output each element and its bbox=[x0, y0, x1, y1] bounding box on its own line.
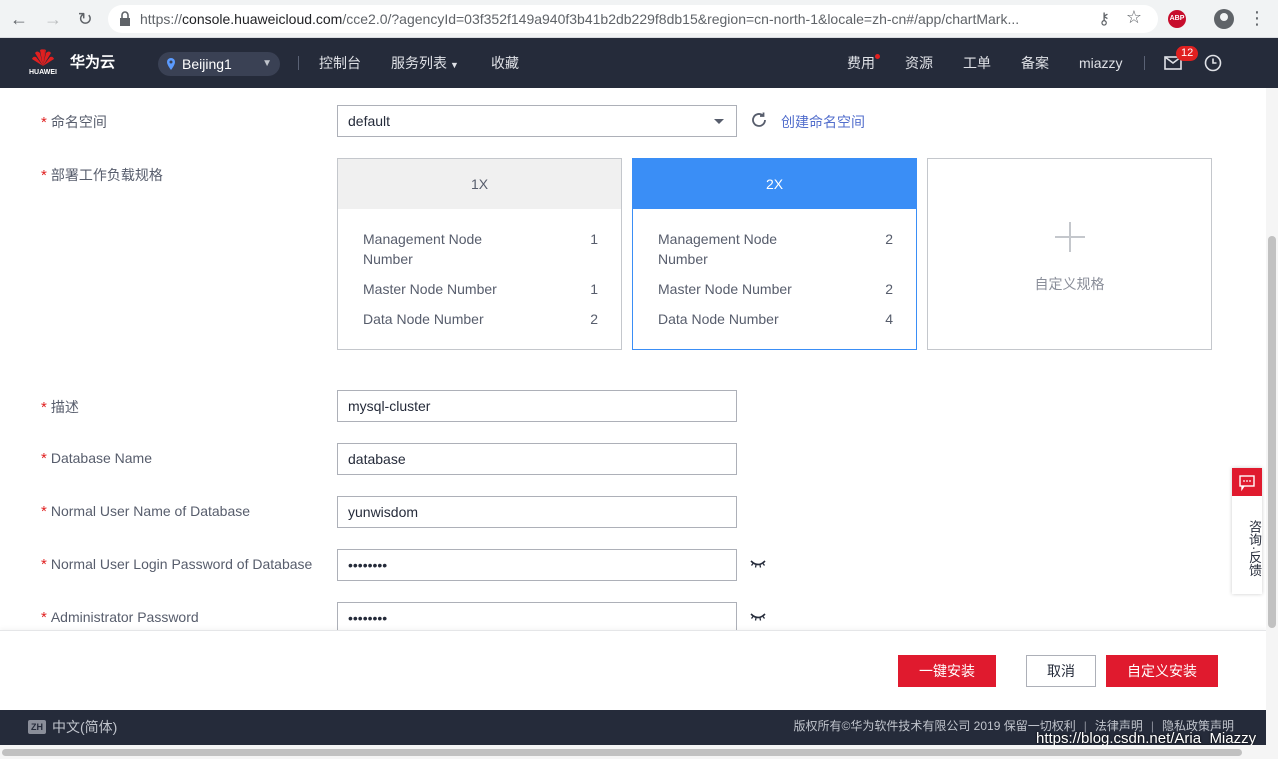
mail-count-badge: 12 bbox=[1176, 46, 1199, 61]
forward-arrow-icon[interactable]: → bbox=[42, 8, 64, 30]
spec-card-1x[interactable]: 1X Management Node Number 1 Master Node N… bbox=[337, 158, 622, 350]
spec-row: Master Node Number 1 bbox=[363, 281, 598, 297]
db-password-input[interactable] bbox=[337, 549, 737, 581]
divider bbox=[298, 56, 299, 70]
quick-install-button[interactable]: 一键安装 bbox=[898, 655, 996, 687]
db-name-input[interactable] bbox=[337, 443, 737, 475]
install-form: * 命名空间 default 创建命名空间 * 部署工作负载规格 1X Manage… bbox=[0, 88, 1266, 630]
eye-closed-icon[interactable] bbox=[750, 559, 766, 569]
namespace-label: * 命名空间 bbox=[41, 114, 107, 131]
adblock-icon[interactable]: ABP bbox=[1168, 10, 1186, 28]
scrollbar-thumb[interactable] bbox=[2, 749, 1242, 756]
description-input[interactable] bbox=[337, 390, 737, 422]
copyright-text: 版权所有©华为软件技术有限公司 2019 保留一切权利 bbox=[793, 719, 1076, 733]
reload-icon[interactable]: ↻ bbox=[74, 8, 96, 30]
key-icon[interactable]: ⚷ bbox=[1098, 9, 1110, 29]
vertical-scrollbar[interactable] bbox=[1266, 88, 1278, 745]
language-selector[interactable]: 中文(简体) bbox=[52, 710, 117, 745]
nav-resources[interactable]: 资源 bbox=[905, 38, 933, 88]
feedback-label: 咨询·反馈 bbox=[1247, 519, 1262, 577]
back-arrow-icon[interactable]: ← bbox=[8, 8, 30, 30]
huawei-petals-icon bbox=[32, 49, 54, 66]
region-name: Beijing1 bbox=[182, 56, 232, 72]
plus-icon bbox=[1055, 222, 1085, 252]
language-icon: ZH bbox=[28, 720, 46, 734]
profile-icon[interactable] bbox=[1214, 9, 1234, 29]
custom-install-button[interactable]: 自定义安装 bbox=[1106, 655, 1218, 687]
caret-down-icon: ▼ bbox=[450, 60, 459, 70]
db-password-label: * Normal User Login Password of Database bbox=[41, 556, 313, 573]
description-label: * 描述 bbox=[41, 399, 79, 416]
scrollbar-thumb[interactable] bbox=[1268, 236, 1276, 628]
clock-icon[interactable] bbox=[1204, 54, 1222, 72]
spec-card-title: 2X bbox=[633, 159, 916, 209]
namespace-select[interactable]: default bbox=[337, 105, 737, 137]
create-namespace-link[interactable]: 创建命名空间 bbox=[781, 112, 865, 132]
chat-icon bbox=[1232, 468, 1262, 496]
db-user-input[interactable] bbox=[337, 496, 737, 528]
admin-password-input[interactable] bbox=[337, 602, 737, 630]
browser-toolbar: ← → ↻ https://console.huaweicloud.com/cc… bbox=[0, 0, 1278, 38]
cancel-button[interactable]: 取消 bbox=[1026, 655, 1096, 687]
lock-icon bbox=[120, 11, 130, 26]
divider bbox=[1144, 56, 1145, 70]
menu-kebab-icon[interactable]: ⋮ bbox=[1248, 8, 1266, 29]
spec-row: Data Node Number 2 bbox=[363, 311, 598, 327]
nav-services[interactable]: 服务列表 ▼ bbox=[391, 38, 459, 90]
admin-password-label: * Administrator Password bbox=[41, 609, 199, 626]
location-pin-icon bbox=[167, 58, 175, 70]
region-selector[interactable]: Beijing1 ▼ bbox=[158, 52, 280, 76]
horizontal-scrollbar[interactable] bbox=[0, 745, 1278, 759]
nav-tickets[interactable]: 工单 bbox=[963, 38, 991, 88]
spec-card-2x[interactable]: 2X Management Node Number 2 Master Node N… bbox=[632, 158, 917, 350]
nav-user[interactable]: miazzy bbox=[1079, 38, 1123, 88]
top-navigation: HUAWEI 华为云 Beijing1 ▼ 控制台 服务列表 ▼ 收藏 费用 资源… bbox=[0, 38, 1278, 88]
nav-filing[interactable]: 备案 bbox=[1021, 38, 1049, 88]
spec-row: Management Node Number 2 bbox=[658, 231, 893, 267]
caret-down-icon bbox=[714, 119, 724, 124]
spec-row: Master Node Number 2 bbox=[658, 281, 893, 297]
huawei-logo[interactable]: HUAWEI bbox=[28, 48, 58, 78]
url-text: https://console.huaweicloud.com/cce2.0/?… bbox=[140, 11, 1020, 27]
address-bar[interactable]: https://console.huaweicloud.com/cce2.0/?… bbox=[108, 5, 1158, 33]
bookmark-star-icon[interactable]: ☆ bbox=[1126, 7, 1142, 28]
eye-closed-icon[interactable] bbox=[750, 612, 766, 622]
notification-dot bbox=[875, 54, 880, 59]
brand-name[interactable]: 华为云 bbox=[70, 38, 115, 88]
feedback-widget[interactable]: 咨询·反馈 bbox=[1232, 468, 1262, 594]
refresh-icon[interactable] bbox=[750, 111, 768, 129]
nav-favorites[interactable]: 收藏 bbox=[491, 38, 519, 88]
nav-console[interactable]: 控制台 bbox=[319, 38, 361, 88]
spec-card-title: 1X bbox=[338, 159, 621, 209]
db-user-label: * Normal User Name of Database bbox=[41, 503, 251, 520]
custom-spec-label: 自定义规格 bbox=[1034, 276, 1105, 292]
spec-row: Data Node Number 4 bbox=[658, 311, 893, 327]
action-bar: 一键安装 取消 自定义安装 bbox=[0, 630, 1266, 710]
spec-card-custom[interactable]: 自定义规格 bbox=[927, 158, 1212, 350]
workload-spec-label: * 部署工作负载规格 bbox=[41, 167, 163, 184]
nav-billing[interactable]: 费用 bbox=[847, 38, 875, 88]
db-name-label: * Database Name bbox=[41, 450, 153, 467]
spec-row: Management Node Number 1 bbox=[363, 231, 598, 267]
caret-down-icon: ▼ bbox=[262, 58, 272, 69]
